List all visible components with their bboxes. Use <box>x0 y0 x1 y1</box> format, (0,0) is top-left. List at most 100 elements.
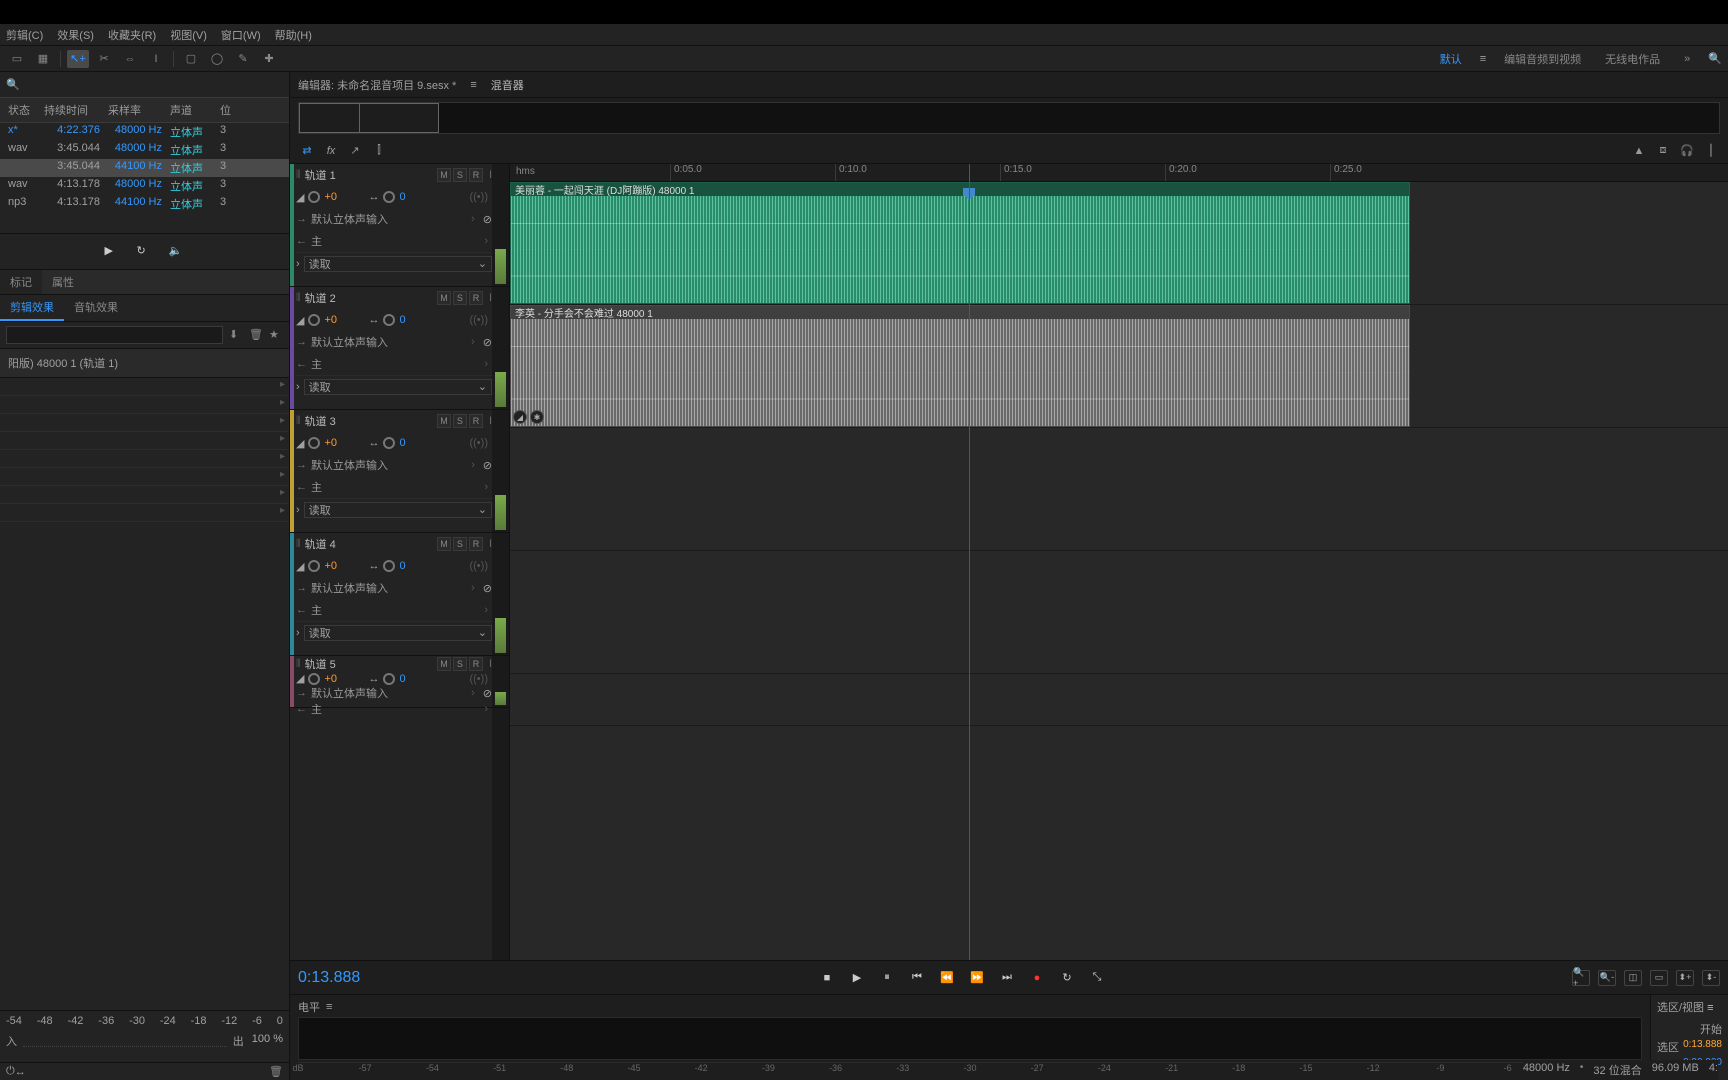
forward-button[interactable]: ⏩ <box>968 970 986 986</box>
editor-tab-menu-icon[interactable]: ≡ <box>470 79 476 91</box>
col-channels[interactable]: 声道 <box>166 100 216 120</box>
col-status[interactable]: 状态 <box>4 100 40 120</box>
track-name[interactable]: 轨道 1 <box>305 167 433 183</box>
effects-preset-dropdown[interactable] <box>6 326 223 344</box>
pan-knob[interactable] <box>383 314 395 326</box>
razor-tool-icon[interactable]: ✂ <box>93 50 115 68</box>
track-expand-icon[interactable]: ⫴ <box>296 169 301 182</box>
col-samplerate[interactable]: 采样率 <box>104 100 166 120</box>
track-expand-icon[interactable]: ⫴ <box>296 415 301 428</box>
record-button[interactable]: ● <box>1028 970 1046 986</box>
editor-tab[interactable]: 编辑器: 未命名混音项目 9.sesx * <box>298 77 456 93</box>
effect-slot[interactable] <box>0 414 289 432</box>
volume-value[interactable]: +0 <box>324 191 342 203</box>
track-input[interactable]: 默认立体声输入 <box>311 457 467 473</box>
clip-fx-icon[interactable]: ✱ <box>530 410 544 424</box>
overview-window[interactable] <box>299 103 439 133</box>
track-header[interactable]: ⫴ 轨道 1 MSR I ◢+0 ↔0 ((•)) →默认立体声输入›⊘ ←主›… <box>290 164 492 287</box>
tab-markers[interactable]: 标记 <box>0 270 42 294</box>
track-header[interactable]: ⫴ 轨道 4 MSR I ◢+0 ↔0 ((•)) →默认立体声输入›⊘ ←主›… <box>290 533 492 656</box>
pan-knob[interactable] <box>383 437 395 449</box>
files-search-icon[interactable]: 🔍 <box>6 78 20 91</box>
overview-navigator[interactable] <box>298 102 1720 134</box>
col-duration[interactable]: 持续时间 <box>40 100 104 120</box>
zoom-out-v-icon[interactable]: ⬍- <box>1702 970 1720 986</box>
stereo-toggle-icon[interactable]: ((•)) <box>469 560 488 572</box>
automation-mode-dropdown[interactable]: 读取⌄ <box>304 625 492 641</box>
effect-slot[interactable] <box>0 432 289 450</box>
lasso-icon[interactable]: ◯ <box>206 50 228 68</box>
track-name[interactable]: 轨道 4 <box>305 536 433 552</box>
pan-knob[interactable] <box>383 191 395 203</box>
volume-value[interactable]: +0 <box>324 560 342 572</box>
effects-power-icon[interactable]: ⏻ <box>6 1065 15 1078</box>
pan-value[interactable]: 0 <box>399 191 417 203</box>
track-name[interactable]: 轨道 5 <box>305 656 433 672</box>
workspace-default[interactable]: 默认 <box>1434 49 1468 69</box>
zoom-in-h-icon[interactable]: 🔍+ <box>1572 970 1590 986</box>
rewind-button[interactable]: ⏪ <box>938 970 956 986</box>
track-expand-icon[interactable]: ⫴ <box>296 292 301 305</box>
track-input[interactable]: 默认立体声输入 <box>311 580 467 596</box>
solo-button[interactable]: S <box>453 291 467 305</box>
import-preset-icon[interactable]: ⬇ <box>229 328 243 342</box>
track-output[interactable]: 主 <box>311 233 480 249</box>
mute-button[interactable]: M <box>437 414 451 428</box>
menu-favorites[interactable]: 收藏夹(R) <box>108 27 156 43</box>
tab-track-effects[interactable]: 音轨效果 <box>64 295 128 321</box>
track-output[interactable]: 主 <box>311 602 480 618</box>
eq-icon[interactable]: ⫿ <box>370 142 388 160</box>
mute-button[interactable]: M <box>437 657 451 671</box>
metronome-icon[interactable]: ▲ <box>1630 142 1648 160</box>
volume-knob[interactable] <box>308 437 320 449</box>
stereo-toggle-icon[interactable]: ((•)) <box>469 673 488 685</box>
timeline-lane[interactable] <box>510 428 1728 551</box>
move-tool-icon[interactable]: ↖+ <box>67 50 89 68</box>
pause-button[interactable]: ⏸ <box>878 970 896 986</box>
workspace-audio-video[interactable]: 编辑音频到视频 <box>1498 49 1587 69</box>
arm-button[interactable]: R <box>469 291 483 305</box>
ripple-icon[interactable]: ⎮ <box>1702 142 1720 160</box>
file-row[interactable]: x* 4:22.376 48000 Hz 立体声 3 <box>0 123 289 141</box>
track-output[interactable]: 主 <box>311 701 480 717</box>
stop-button[interactable]: ■ <box>818 970 836 986</box>
solo-button[interactable]: S <box>453 537 467 551</box>
mini-loop-icon[interactable]: ↻ <box>137 244 153 260</box>
goto-start-button[interactable]: ⏮ <box>908 970 926 986</box>
sel-value[interactable]: 0:13.888 <box>1683 1039 1722 1055</box>
file-row[interactable]: wav 3:45.044 48000 Hz 立体声 3 <box>0 141 289 159</box>
clip-volume-icon[interactable]: ◢ <box>513 410 527 424</box>
delete-preset-icon[interactable]: 🗑 <box>249 328 263 342</box>
track-input[interactable]: 默认立体声输入 <box>311 211 467 227</box>
track-header[interactable]: ⫴ 轨道 5 MSR I ◢+0 ↔0 ((•)) →默认立体声输入›⊘ ←主› <box>290 656 492 708</box>
stereo-toggle-icon[interactable]: ((•)) <box>469 191 488 203</box>
playhead[interactable] <box>969 164 970 960</box>
effect-slot[interactable] <box>0 504 289 522</box>
mute-button[interactable]: M <box>437 291 451 305</box>
tab-clip-effects[interactable]: 剪辑效果 <box>0 295 64 321</box>
automation-expand-icon[interactable]: › <box>296 258 300 270</box>
zoom-sel-icon[interactable]: ▭ <box>1650 970 1668 986</box>
arm-button[interactable]: R <box>469 657 483 671</box>
tab-properties[interactable]: 属性 <box>42 270 84 294</box>
time-ruler[interactable]: hms 0:05.00:10.00:15.00:20.00:25.0 <box>510 164 1728 182</box>
file-row[interactable]: wav 4:13.178 48000 Hz 立体声 3 <box>0 177 289 195</box>
timeline-lane[interactable] <box>510 674 1728 726</box>
automation-mode-dropdown[interactable]: 读取⌄ <box>304 502 492 518</box>
toggle-inputs-icon[interactable]: ⇄ <box>298 142 316 160</box>
wet-percent[interactable]: 100 % <box>252 1033 283 1049</box>
slip-tool-icon[interactable]: ⇔ <box>119 50 141 68</box>
track-output[interactable]: 主 <box>311 356 480 372</box>
audio-clip[interactable]: 美丽蓉 - 一起闯天涯 (DJ阿蹦版) 48000 1 <box>510 182 1410 304</box>
snap-icon[interactable]: ⧈ <box>1654 142 1672 160</box>
arm-button[interactable]: R <box>469 414 483 428</box>
volume-knob[interactable] <box>308 673 320 685</box>
effect-slot[interactable] <box>0 450 289 468</box>
track-input[interactable]: 默认立体声输入 <box>311 685 467 701</box>
waveform-view-icon[interactable]: ▭ <box>6 50 28 68</box>
pan-value[interactable]: 0 <box>399 673 417 685</box>
pan-value[interactable]: 0 <box>399 560 417 572</box>
volume-value[interactable]: +0 <box>324 314 342 326</box>
pan-knob[interactable] <box>383 560 395 572</box>
menu-help[interactable]: 帮助(H) <box>275 27 312 43</box>
